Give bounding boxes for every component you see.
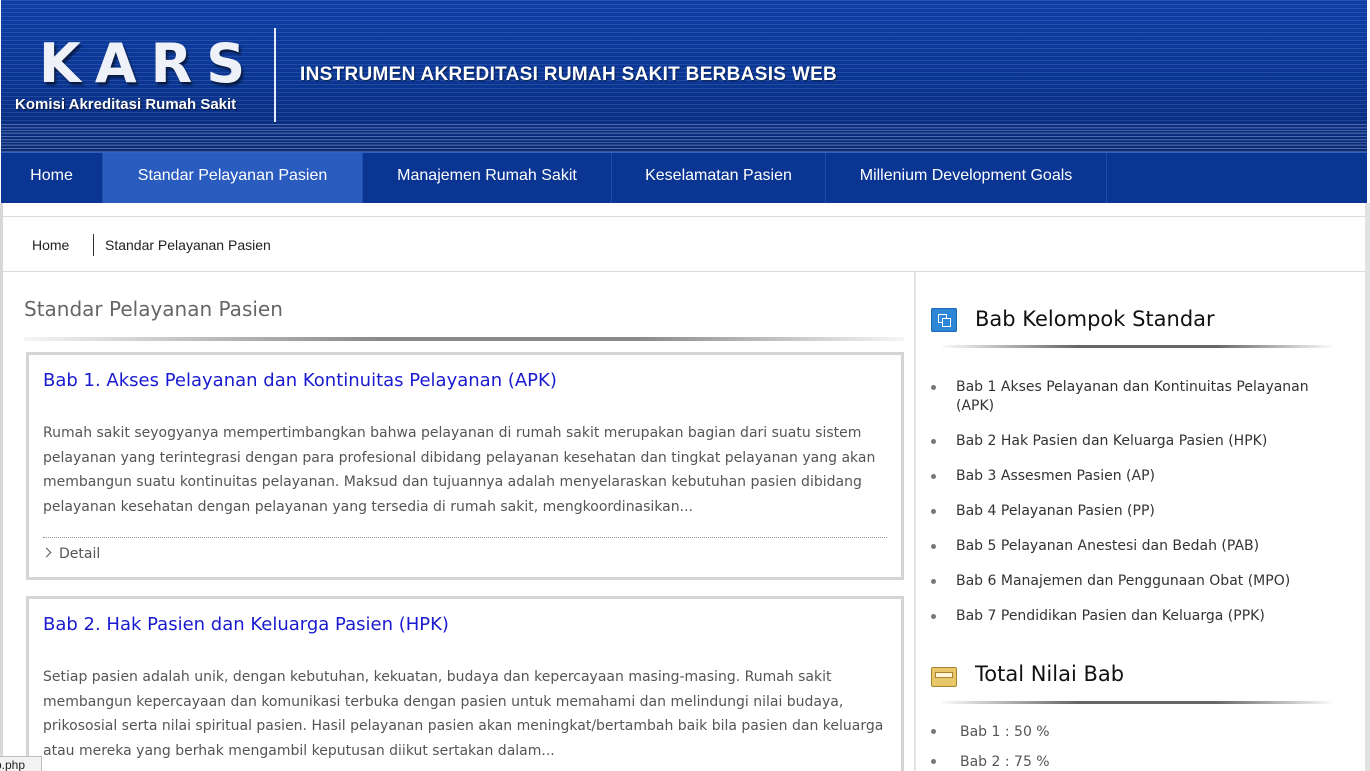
bab-list-item[interactable]: Bab 4 Pelayanan Pasien (PP) — [931, 502, 1331, 521]
status-url-text: p.php — [0, 758, 26, 771]
logo-text[interactable]: KARS — [39, 34, 259, 94]
sidebar-heading-label: Bab Kelompok Standar — [975, 307, 1215, 331]
bab-list-item[interactable]: Bab 1 Akses Pelayanan dan Kontinuitas Pe… — [931, 378, 1331, 416]
breadcrumb-home-link[interactable]: Home — [32, 237, 69, 253]
bab-card-title-link[interactable]: Bab 1. Akses Pelayanan dan Kontinuitas P… — [43, 370, 557, 391]
nav-item-home[interactable]: Home — [1, 153, 103, 203]
detail-label: Detail — [59, 546, 101, 562]
sidebar-heading-underline — [942, 701, 1332, 704]
nav-item-manajemen-rumah-sakit[interactable]: Manajemen Rumah Sakit — [363, 153, 612, 203]
breadcrumb-separator — [93, 234, 94, 256]
site-header: KARS Komisi Akreditasi Rumah Sakit INSTR… — [1, 0, 1367, 152]
folder-icon — [931, 663, 957, 687]
page: KARS Komisi Akreditasi Rumah Sakit INSTR… — [0, 0, 1370, 771]
browser-status-url: p.php — [0, 756, 42, 771]
bab-card-title-link[interactable]: Bab 2. Hak Pasien dan Keluarga Pasien (H… — [43, 614, 449, 635]
page-title: Standar Pelayanan Pasien — [24, 297, 283, 321]
total-nilai-list: Bab 1 : 50 % Bab 2 : 75 % — [931, 723, 1331, 771]
bab-card-description: Rumah sakit seyogyanya mempertimbangkan … — [43, 425, 876, 515]
site-title: INSTRUMEN AKREDITASI RUMAH SAKIT BERBASI… — [300, 64, 838, 85]
nav-item-keselamatan-pasien[interactable]: Keselamatan Pasien — [612, 153, 826, 203]
bab-list-item[interactable]: Bab 7 Pendidikan Pasien dan Keluarga (PP… — [931, 607, 1331, 626]
total-nilai-item: Bab 1 : 50 % — [931, 723, 1331, 742]
windows-icon — [931, 308, 957, 332]
logo-subtitle: Komisi Akreditasi Rumah Sakit — [15, 96, 237, 113]
sidebar-divider — [914, 272, 916, 771]
bab-card: Bab 1. Akses Pelayanan dan Kontinuitas P… — [26, 352, 904, 580]
chevron-right-icon — [41, 547, 52, 558]
title-underline — [24, 337, 904, 341]
breadcrumb: Home Standar Pelayanan Pasien — [3, 216, 1365, 272]
sidebar-heading-label: Total Nilai Bab — [975, 662, 1125, 686]
total-nilai-item: Bab 2 : 75 % — [931, 753, 1331, 771]
detail-link[interactable]: Detail — [41, 546, 101, 562]
bab-list-item[interactable]: Bab 3 Assesmen Pasien (AP) — [931, 467, 1331, 486]
bab-list-item[interactable]: Bab 6 Manajemen dan Penggunaan Obat (MPO… — [931, 572, 1331, 591]
main-nav: Home Standar Pelayanan Pasien Manajemen … — [1, 152, 1367, 203]
sidebar-heading-underline — [942, 345, 1332, 348]
nav-item-millenium-development-goals[interactable]: Millenium Development Goals — [826, 153, 1107, 203]
page-left-border — [0, 203, 3, 771]
bab-card-description: Setiap pasien adalah unik, dengan kebutu… — [43, 669, 884, 759]
logo-divider — [274, 28, 276, 122]
bab-list-item[interactable]: Bab 2 Hak Pasien dan Keluarga Pasien (HP… — [931, 432, 1331, 451]
bab-list-item[interactable]: Bab 5 Pelayanan Anestesi dan Bedah (PAB) — [931, 537, 1331, 556]
bab-card: Bab 2. Hak Pasien dan Keluarga Pasien (H… — [26, 596, 904, 771]
breadcrumb-current: Standar Pelayanan Pasien — [105, 237, 271, 253]
nav-item-standar-pelayanan-pasien[interactable]: Standar Pelayanan Pasien — [103, 153, 363, 203]
bab-list: Bab 1 Akses Pelayanan dan Kontinuitas Pe… — [931, 378, 1331, 642]
page-right-border — [1365, 203, 1370, 771]
card-divider — [43, 537, 887, 538]
